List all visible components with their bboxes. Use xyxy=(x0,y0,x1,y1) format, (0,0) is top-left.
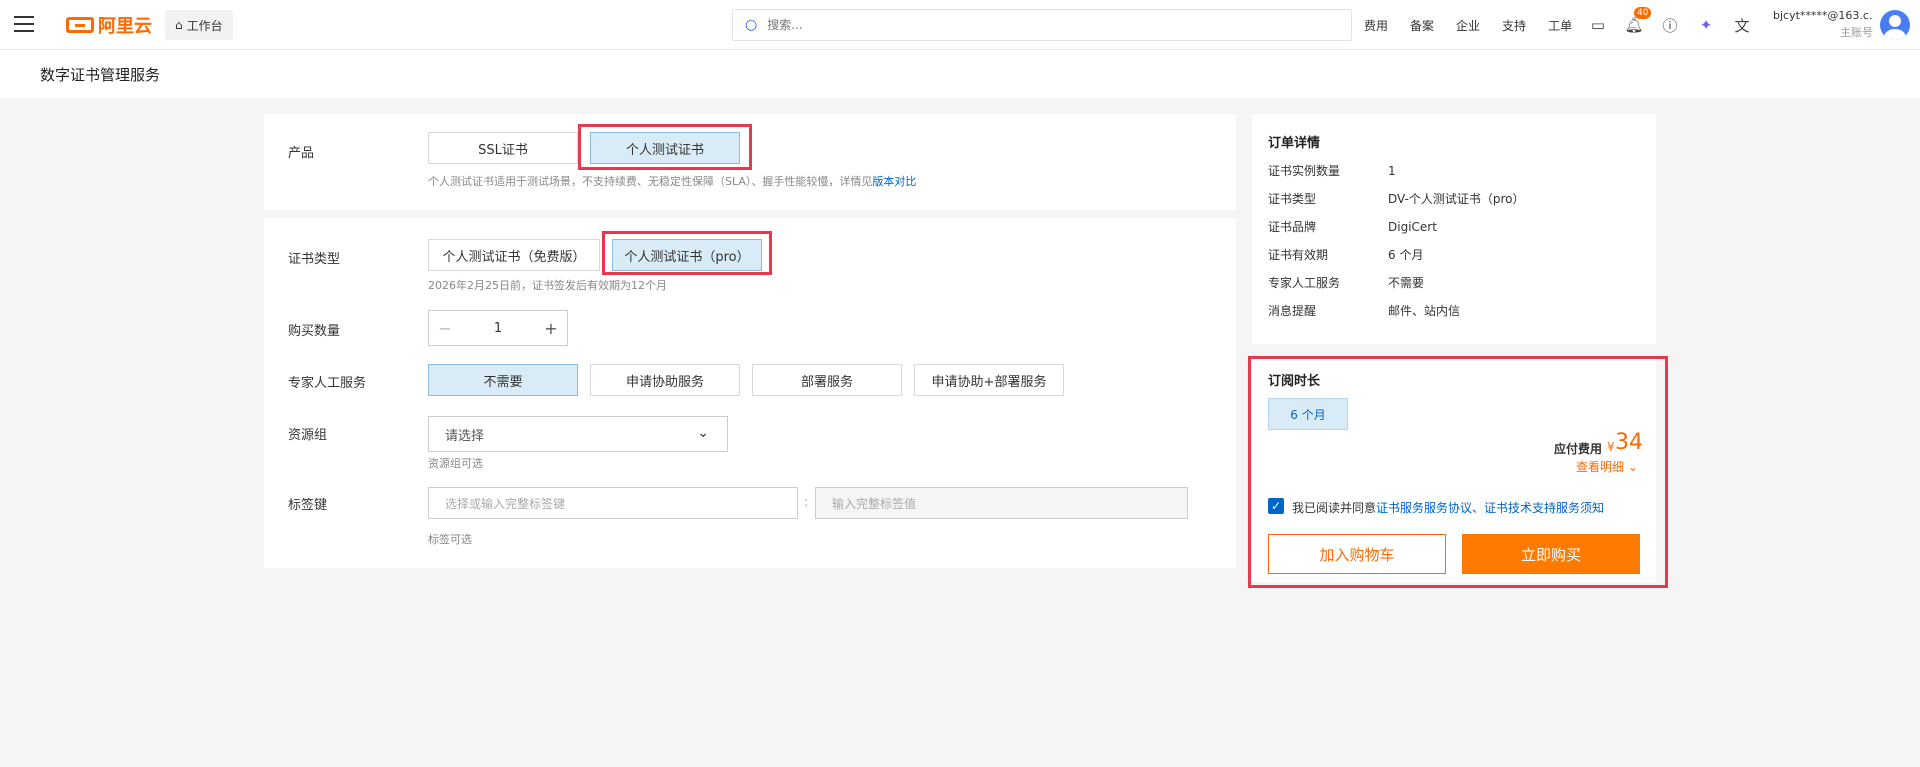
nav-link-ticket[interactable]: 工单 xyxy=(1548,17,1572,34)
order-detail-card: 订单详情 证书实例数量 1 证书类型 DV-个人测试证书（pro） 证书品牌 Digi… xyxy=(1252,114,1656,344)
quantity-label: 购买数量 xyxy=(288,324,341,339)
product-hint: 个人测试证书适用于测试场景，不支持续费、无稳定性保障（SLA）、握手性能较慢，详… xyxy=(428,173,916,189)
tag-value-input[interactable]: 输入完整标签值 xyxy=(815,487,1188,519)
help-icon[interactable]: ⓘ xyxy=(1652,15,1688,36)
order-row-key: 消息提醒 xyxy=(1268,304,1317,318)
order-row-key: 证书品牌 xyxy=(1268,220,1317,234)
product-hint-text: 个人测试证书适用于测试场景，不支持续费、无稳定性保障（SLA）、握手性能较慢，详… xyxy=(428,175,873,188)
nav-link-enterprise[interactable]: 企业 xyxy=(1456,17,1480,34)
workbench-button[interactable]: ⌂ 工作台 xyxy=(165,10,233,40)
resource-group-placeholder: 请选择 xyxy=(445,428,485,444)
product-option-ssl[interactable]: SSL证书 xyxy=(428,132,578,164)
quantity-stepper: − 1 + xyxy=(428,310,568,346)
aliyun-logo[interactable]: 阿里云 xyxy=(66,12,152,38)
global-search[interactable]: ○ xyxy=(732,9,1352,41)
order-row-value: DigiCert xyxy=(1388,220,1437,234)
terminal-icon[interactable]: ▭ xyxy=(1580,16,1616,34)
notification-badge: 40 xyxy=(1634,7,1652,19)
home-icon: ⌂ xyxy=(175,18,183,32)
tag-separator: : xyxy=(804,495,809,509)
avatar[interactable] xyxy=(1880,10,1910,40)
language-icon[interactable]: 文 xyxy=(1724,15,1760,36)
order-row: 证书品牌 DigiCert xyxy=(1268,218,1437,235)
tag-key-label: 标签键 xyxy=(288,498,328,513)
order-row: 证书类型 DV-个人测试证书（pro） xyxy=(1268,190,1525,207)
search-input[interactable] xyxy=(767,18,1328,32)
expert-option-deploy[interactable]: 部署服务 xyxy=(752,364,902,396)
menu-icon[interactable] xyxy=(14,16,34,32)
expert-option-assist[interactable]: 申请协助服务 xyxy=(590,364,740,396)
workbench-label: 工作台 xyxy=(186,18,223,33)
top-navigation-bar: 阿里云 ⌂ 工作台 ○ 费用 备案 企业 支持 工单 ▭ 🔔︎40 ⓘ ✦ 文 … xyxy=(0,0,1920,50)
highlight-box xyxy=(602,231,772,275)
page-title: 数字证书管理服务 xyxy=(40,66,161,84)
order-row-key: 证书实例数量 xyxy=(1268,164,1341,178)
product-card: 产品 SSL证书 个人测试证书 个人测试证书适用于测试场景，不支持续费、无稳定性… xyxy=(264,114,1236,210)
account-role: 主账号 xyxy=(1840,26,1873,39)
user-account[interactable]: bjcyt*****@163.c... 主账号 xyxy=(1773,9,1873,40)
order-detail-title: 订单详情 xyxy=(1268,136,1321,151)
logo-mark-icon xyxy=(66,17,94,33)
order-row-value: 6 个月 xyxy=(1388,248,1424,262)
order-row: 消息提醒 邮件、站内信 xyxy=(1268,302,1460,319)
order-row-value: DV-个人测试证书（pro） xyxy=(1388,192,1525,206)
cert-type-hint: 2026年2月25日前，证书签发后有效期为12个月 xyxy=(428,279,667,292)
chevron-down-icon: ⌄ xyxy=(697,425,709,441)
order-row-key: 证书类型 xyxy=(1268,192,1317,206)
assistant-icon[interactable]: ✦ xyxy=(1688,16,1724,34)
order-row: 证书有效期 6 个月 xyxy=(1268,246,1423,263)
cert-type-label: 证书类型 xyxy=(288,252,341,267)
logo-text: 阿里云 xyxy=(98,16,152,37)
expert-option-assist-deploy[interactable]: 申请协助+部署服务 xyxy=(914,364,1064,396)
increment-button[interactable]: + xyxy=(535,311,567,345)
quantity-value[interactable]: 1 xyxy=(461,321,535,336)
order-row: 专家人工服务 不需要 xyxy=(1268,274,1424,291)
cert-type-option-free[interactable]: 个人测试证书（免费版） xyxy=(428,239,600,271)
order-row-value: 1 xyxy=(1388,164,1396,178)
order-row: 证书实例数量 1 xyxy=(1268,162,1396,179)
nav-link-billing[interactable]: 费用 xyxy=(1364,17,1388,34)
order-row-key: 专家人工服务 xyxy=(1268,276,1341,290)
resource-group-label: 资源组 xyxy=(288,428,328,443)
order-row-value: 邮件、站内信 xyxy=(1388,304,1461,318)
highlight-box xyxy=(578,124,752,170)
order-row-value: 不需要 xyxy=(1388,276,1425,290)
expert-option-none[interactable]: 不需要 xyxy=(428,364,578,396)
bell-icon[interactable]: 🔔︎ 40 xyxy=(1616,7,1652,34)
decrement-button[interactable]: − xyxy=(429,311,461,345)
top-links: 费用 备案 企业 支持 工单 xyxy=(1364,0,1594,50)
product-label: 产品 xyxy=(288,146,315,161)
top-icons: ▭ 🔔︎ 40 ⓘ ✦ 文 xyxy=(1580,0,1760,50)
expert-service-label: 专家人工服务 xyxy=(288,376,367,391)
tag-key-input[interactable]: 选择或输入完整标签键 xyxy=(428,487,798,519)
version-compare-link[interactable]: 版本对比 xyxy=(872,175,916,188)
resource-group-select[interactable]: 请选择 ⌄ xyxy=(428,416,728,452)
highlight-box xyxy=(1248,356,1668,588)
search-icon: ○ xyxy=(745,17,758,33)
order-row-key: 证书有效期 xyxy=(1268,248,1329,262)
tag-hint: 标签可选 xyxy=(428,533,472,546)
config-card: 证书类型 个人测试证书（免费版） 个人测试证书（pro） 2026年2月25日前… xyxy=(264,218,1236,568)
nav-link-icp[interactable]: 备案 xyxy=(1410,17,1434,34)
nav-link-support[interactable]: 支持 xyxy=(1502,17,1526,34)
page-header: 数字证书管理服务 xyxy=(0,50,1920,98)
resource-group-hint: 资源组可选 xyxy=(428,457,483,470)
account-name: bjcyt*****@163.c... xyxy=(1773,9,1873,22)
